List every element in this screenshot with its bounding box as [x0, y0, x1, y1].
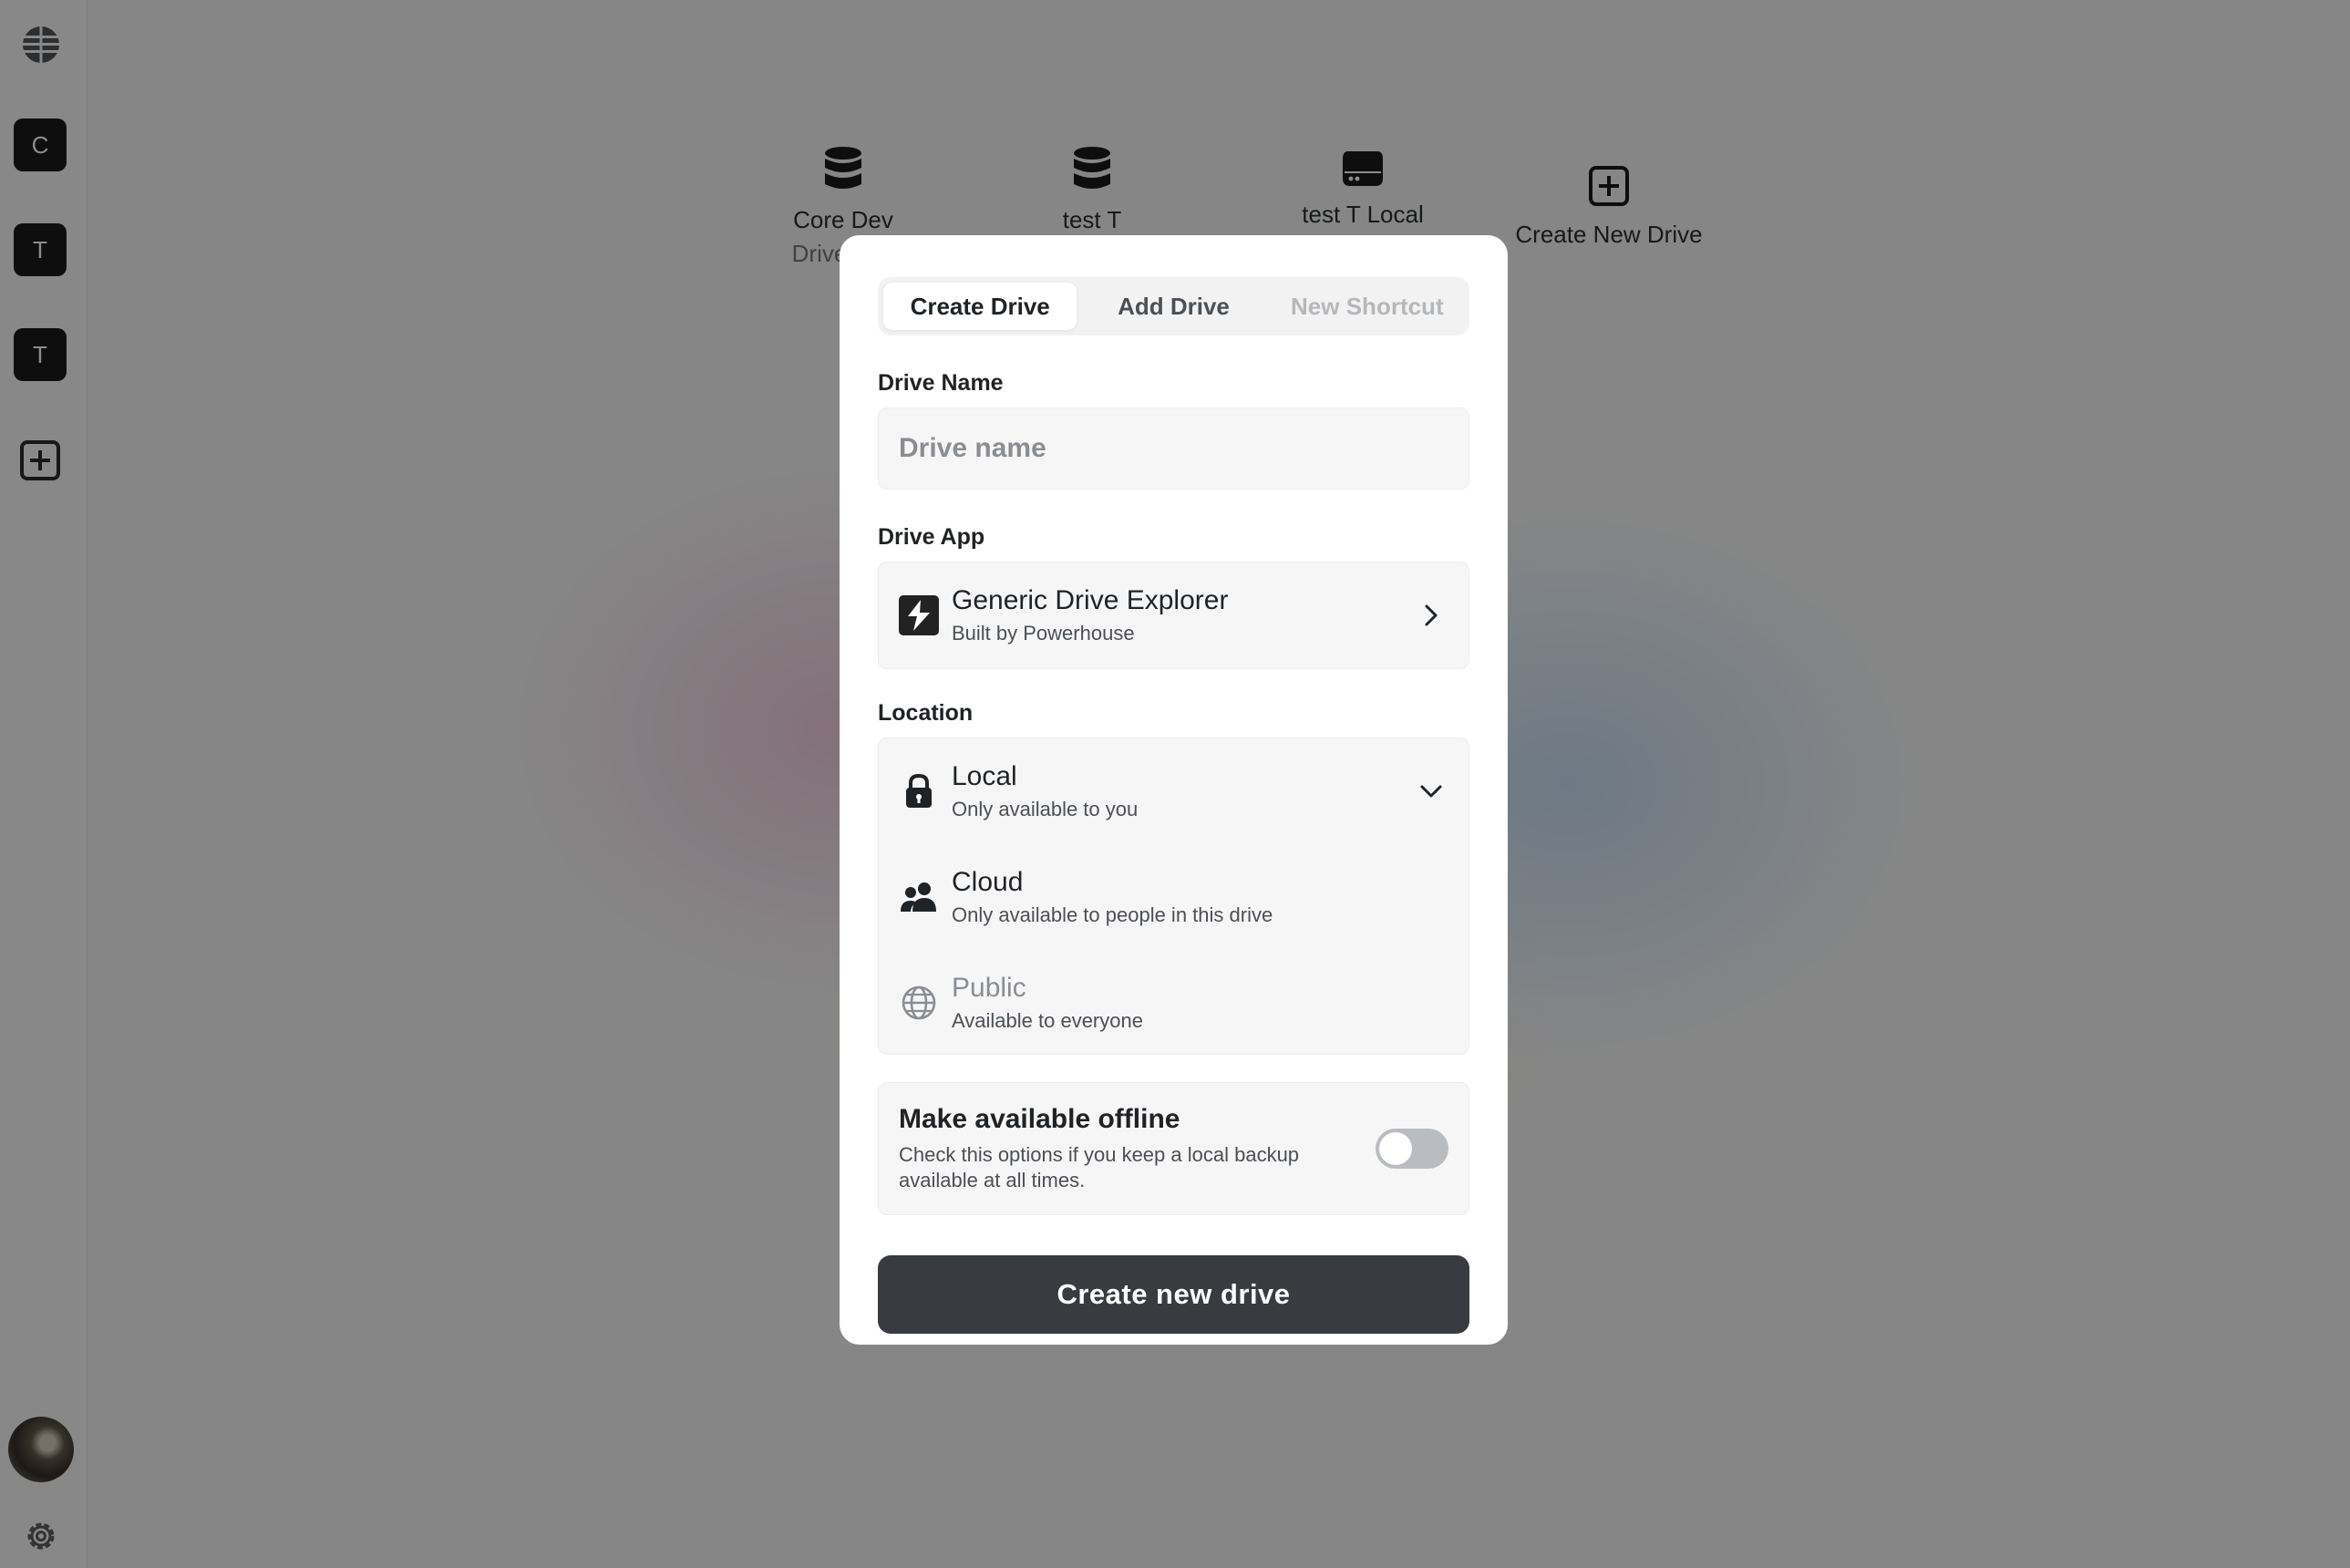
tab-new-shortcut: New Shortcut — [1291, 292, 1444, 320]
location-option-title: Cloud — [952, 867, 1024, 897]
location-option-title: Public — [952, 973, 1026, 1003]
people-icon — [899, 877, 939, 917]
create-new-drive-button[interactable]: Create new drive — [878, 1255, 1469, 1334]
drive-app-label: Drive App — [878, 524, 985, 550]
chevron-right-icon — [1425, 604, 1438, 626]
tab-add-drive[interactable]: Add Drive — [1077, 283, 1270, 330]
drive-app-author: Built by Powerhouse — [952, 622, 1135, 645]
globe-icon — [899, 983, 939, 1023]
location-select: Local Only available to you Cloud Only a… — [878, 738, 1469, 1055]
drive-name-label: Drive Name — [878, 370, 1004, 396]
location-option-title: Local — [952, 761, 1017, 791]
offline-toggle[interactable] — [1376, 1129, 1448, 1169]
location-option-desc: Only available to you — [952, 798, 1139, 820]
toggle-knob — [1379, 1132, 1412, 1165]
location-option-cloud[interactable]: Cloud Only available to people in this d… — [879, 844, 1469, 950]
powerhouse-logo-icon — [899, 595, 939, 635]
location-label: Location — [878, 700, 974, 726]
chevron-down-icon[interactable] — [1417, 778, 1445, 805]
location-option-public[interactable]: Public Available to everyone — [879, 950, 1469, 1056]
create-drive-modal: Create Drive Add Drive New Shortcut Driv… — [840, 235, 1508, 1345]
drive-app-name: Generic Drive Explorer — [952, 585, 1229, 615]
offline-setting: Make available offline Check this option… — [878, 1082, 1469, 1215]
lock-icon — [899, 771, 939, 811]
drive-app-selector[interactable]: Generic Drive Explorer Built by Powerhou… — [878, 562, 1469, 669]
location-option-desc: Available to everyone — [952, 1009, 1143, 1032]
location-option-local[interactable]: Local Only available to you — [879, 738, 1469, 844]
tab-create-drive[interactable]: Create Drive — [883, 283, 1077, 330]
offline-title: Make available offline — [899, 1104, 1180, 1134]
modal-tabs: Create Drive Add Drive New Shortcut — [878, 277, 1469, 335]
location-option-desc: Only available to people in this drive — [952, 903, 1273, 926]
drive-name-input[interactable] — [878, 407, 1469, 490]
offline-desc: Check this options if you keep a local b… — [899, 1143, 1300, 1191]
